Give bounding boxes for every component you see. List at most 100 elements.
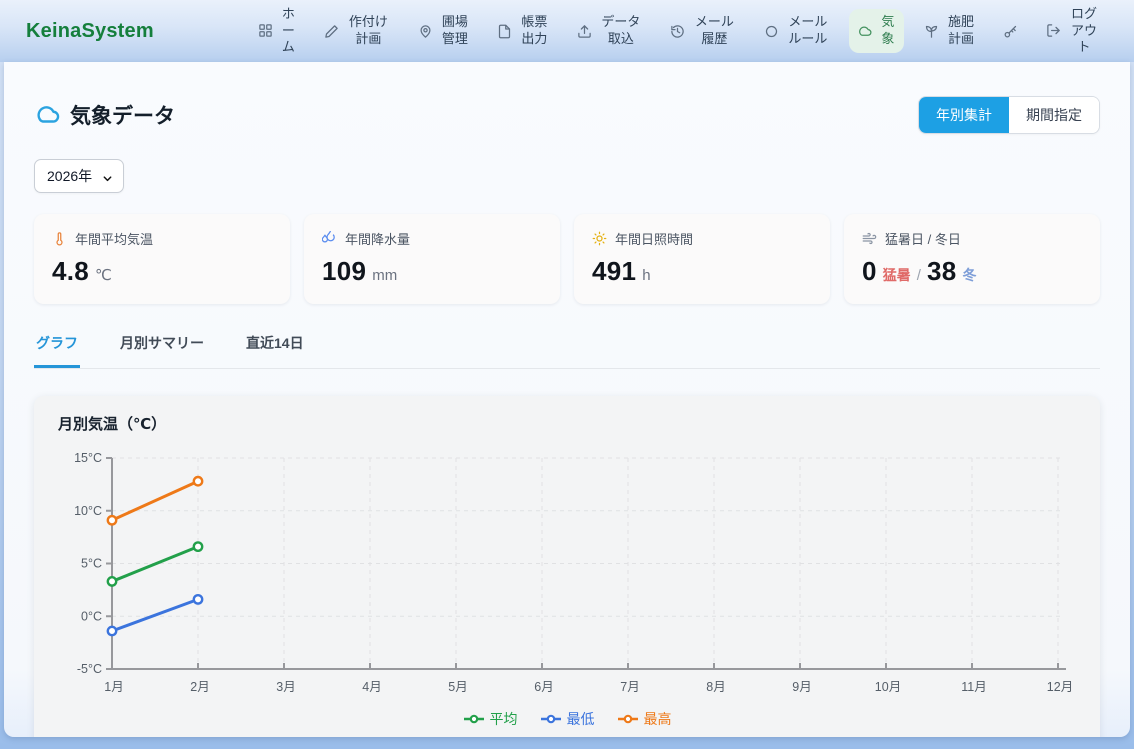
- sprout-icon: [924, 24, 939, 39]
- hot-days-label: 猛暑: [883, 265, 911, 285]
- map-pin-icon: [418, 24, 433, 39]
- nav-label: 施肥計画: [946, 14, 976, 48]
- history-icon: [670, 24, 685, 39]
- stat-label: 年間降水量: [345, 229, 410, 248]
- stat-value: 109: [322, 256, 366, 287]
- stat-label: 猛暑日 / 冬日: [885, 229, 961, 248]
- stats-row: 年間平均気温 4.8 ℃ 年間降水量 109 mm 年間日照時間 4: [34, 214, 1100, 304]
- chevron-down-icon: [102, 171, 113, 182]
- view-mode-toggle: 年別集計 期間指定: [918, 96, 1100, 134]
- cold-days-count: 38: [927, 256, 957, 287]
- cloud-icon: [857, 24, 872, 39]
- nav-label: メール履歴: [692, 14, 736, 48]
- svg-text:2月: 2月: [190, 680, 209, 694]
- yearly-summary-button[interactable]: 年別集計: [919, 97, 1009, 133]
- tab-recent-14-days[interactable]: 直近14日: [244, 333, 306, 368]
- svg-text:5月: 5月: [448, 680, 467, 694]
- nav-label: ホーム: [280, 6, 297, 57]
- rule-circle-icon: [764, 24, 779, 39]
- hot-days-count: 0: [862, 256, 877, 287]
- svg-text:-5°C: -5°C: [77, 662, 102, 676]
- svg-text:10°C: 10°C: [74, 504, 102, 518]
- stat-unit: ℃: [95, 266, 112, 284]
- wind-icon: [862, 231, 877, 246]
- brand-logo[interactable]: KeinaSystem: [26, 20, 154, 43]
- svg-text:11月: 11月: [961, 680, 986, 694]
- legend-marker-maximum: [617, 714, 639, 724]
- svg-text:6月: 6月: [534, 680, 553, 694]
- nav-item-weather[interactable]: 気象: [849, 9, 904, 53]
- legend-label: 最高: [644, 709, 672, 729]
- chart-legend: 平均 最低 最高: [52, 709, 1082, 729]
- weather-cloud-icon: [34, 102, 60, 128]
- stat-card-precipitation: 年間降水量 109 mm: [304, 214, 560, 304]
- stat-value: 4.8: [52, 256, 89, 287]
- svg-text:0°C: 0°C: [81, 609, 102, 623]
- document-icon: [497, 24, 512, 39]
- legend-label: 平均: [490, 709, 518, 729]
- nav-label: 帳票出力: [519, 14, 549, 48]
- nav-label: データ取込: [599, 14, 643, 48]
- svg-text:10月: 10月: [875, 680, 901, 694]
- separator: /: [917, 267, 921, 284]
- legend-marker-average: [463, 714, 485, 724]
- svg-text:7月: 7月: [620, 680, 639, 694]
- thermometer-icon: [52, 231, 67, 246]
- nav-item-data-import[interactable]: データ取込: [569, 9, 651, 53]
- svg-text:1月: 1月: [104, 680, 123, 694]
- svg-text:5°C: 5°C: [81, 557, 102, 571]
- nav-label: ログアウト: [1068, 6, 1100, 57]
- legend-marker-minimum: [540, 714, 562, 724]
- chart-card: 月別気温（℃） 15°C 10°C 5°C 0°C -5°C1月 2月 3月 4月 5月 6月 7月…: [34, 396, 1100, 737]
- legend-item-minimum[interactable]: 最低: [540, 709, 595, 729]
- nav-item-field-management[interactable]: 圃場管理: [410, 9, 478, 53]
- droplets-icon: [322, 231, 337, 246]
- stat-card-avg-temp: 年間平均気温 4.8 ℃: [34, 214, 290, 304]
- nav-label: メールルール: [786, 14, 830, 48]
- stat-label: 年間平均気温: [75, 229, 153, 248]
- nav-label: 気象: [879, 14, 896, 48]
- svg-text:4月: 4月: [362, 680, 381, 694]
- key-icon: [1003, 24, 1018, 39]
- nav-item-mail-history[interactable]: メール履歴: [662, 9, 744, 53]
- chart-title: 月別気温（℃）: [58, 413, 1082, 434]
- nav-item-report-output[interactable]: 帳票出力: [489, 9, 557, 53]
- svg-text:3月: 3月: [276, 680, 295, 694]
- stat-value: 491: [592, 256, 636, 287]
- upload-icon: [577, 24, 592, 39]
- stat-card-extreme-days: 猛暑日 / 冬日 0 猛暑 / 38 冬: [844, 214, 1100, 304]
- pencil-icon: [324, 24, 339, 39]
- stat-label: 年間日照時間: [615, 229, 693, 248]
- svg-text:8月: 8月: [706, 680, 725, 694]
- year-select[interactable]: 2026年: [34, 159, 124, 193]
- main-content: 気象データ 年別集計 期間指定 2026年 年間平均気温 4.8 ℃ 年間降水量: [4, 62, 1130, 737]
- home-grid-icon: [258, 23, 273, 38]
- period-select-button[interactable]: 期間指定: [1009, 97, 1099, 133]
- top-navbar: KeinaSystem ホーム 作付け計画 圃場管理 帳票出力 データ取込 メー…: [0, 0, 1134, 62]
- cold-days-label: 冬: [962, 265, 976, 285]
- monthly-temperature-chart[interactable]: 15°C 10°C 5°C 0°C -5°C1月 2月 3月 4月 5月 6月 7月 8月 9月 10月 1…: [52, 446, 1082, 703]
- legend-label: 最低: [567, 709, 595, 729]
- nav-item-home[interactable]: ホーム: [250, 1, 305, 62]
- nav-item-logout[interactable]: ログアウト: [1038, 1, 1108, 62]
- year-select-value: 2026年: [47, 166, 92, 186]
- nav-item-mail-rules[interactable]: メールルール: [756, 9, 838, 53]
- svg-text:9月: 9月: [792, 680, 811, 694]
- stat-card-sunshine: 年間日照時間 491 h: [574, 214, 830, 304]
- nav-label: 作付け計画: [346, 14, 390, 48]
- svg-text:15°C: 15°C: [74, 451, 102, 465]
- stat-unit: mm: [372, 267, 397, 284]
- logout-icon: [1046, 23, 1061, 38]
- sun-icon: [592, 231, 607, 246]
- page-title: 気象データ: [70, 100, 175, 130]
- stat-unit: h: [642, 267, 650, 284]
- legend-item-maximum[interactable]: 最高: [617, 709, 672, 729]
- nav-label: 圃場管理: [440, 14, 470, 48]
- nav-item-password[interactable]: [995, 19, 1026, 44]
- tab-graph[interactable]: グラフ: [34, 333, 80, 368]
- nav-item-planting-plan[interactable]: 作付け計画: [316, 9, 398, 53]
- tab-monthly-summary[interactable]: 月別サマリー: [118, 333, 206, 368]
- nav-item-fertilization-plan[interactable]: 施肥計画: [916, 9, 984, 53]
- page-header: 気象データ 年別集計 期間指定: [34, 96, 1100, 134]
- legend-item-average[interactable]: 平均: [463, 709, 518, 729]
